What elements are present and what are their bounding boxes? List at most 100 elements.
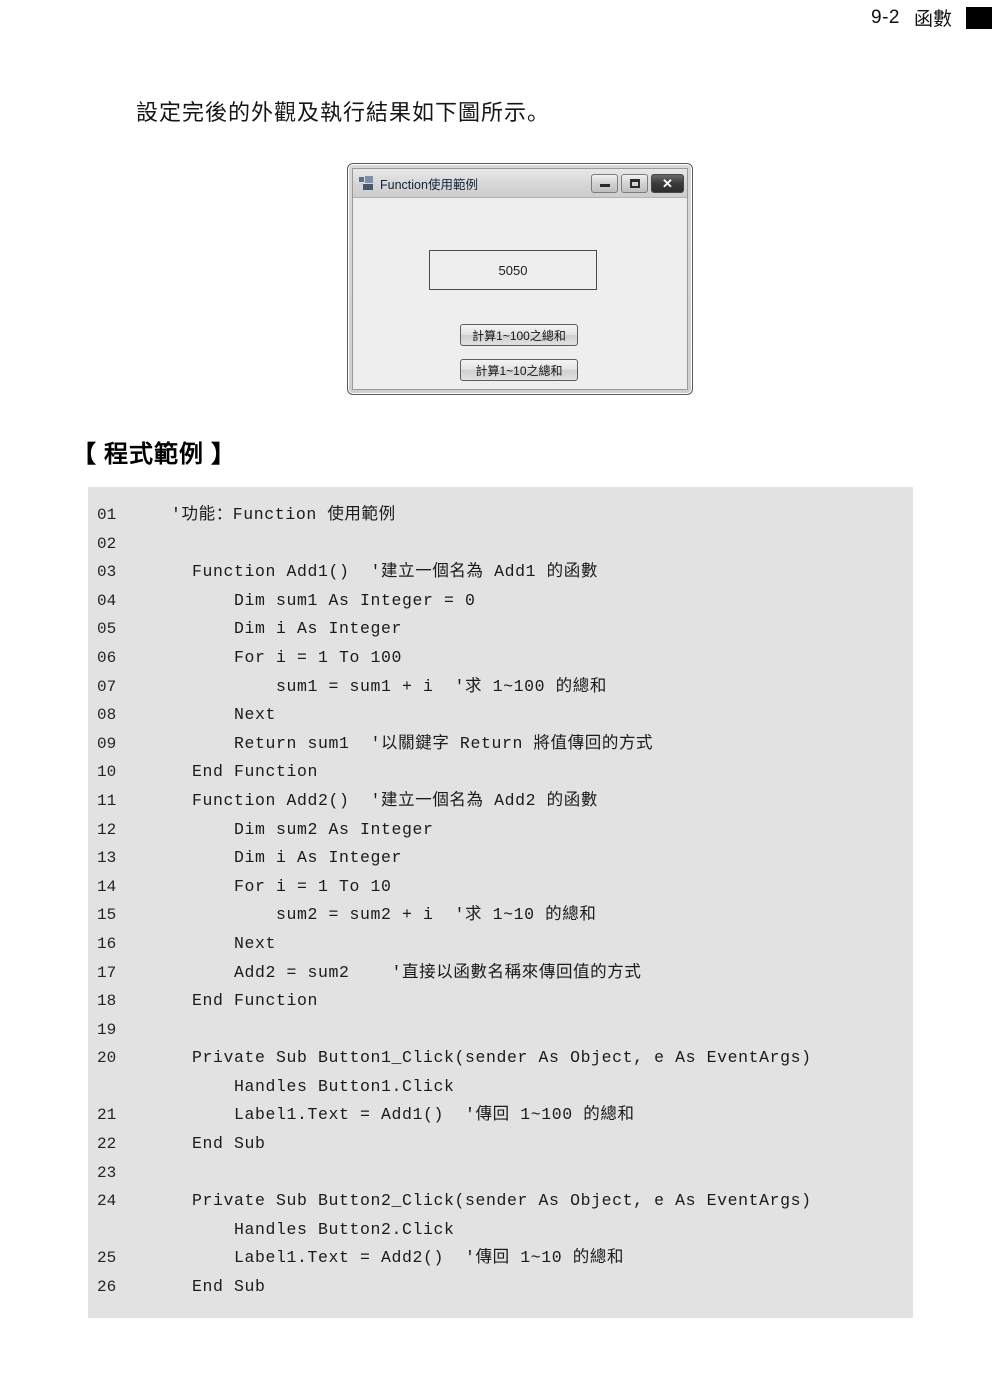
code-line: 22 End Sub bbox=[88, 1130, 913, 1159]
code-line-text: End Function bbox=[150, 991, 319, 1011]
code-line-number: 03 bbox=[97, 563, 117, 582]
window-titlebar: Function使用範例 ✕ bbox=[353, 169, 687, 198]
code-line: 25 Label1.Text = Add2() '傳回 1~10 的總和 bbox=[88, 1244, 913, 1273]
code-line-number: 21 bbox=[97, 1106, 117, 1125]
code-line: 23 bbox=[88, 1159, 913, 1188]
code-line-text: Handles Button2.Click bbox=[150, 1219, 455, 1239]
vb-form-icon bbox=[359, 176, 374, 190]
code-line: 20 Private Sub Button1_Click(sender As O… bbox=[88, 1044, 913, 1073]
code-line: 18 End Function bbox=[88, 987, 913, 1016]
sum-1-to-100-button[interactable]: 計算1~100之總和 bbox=[460, 324, 578, 346]
code-line: 17 Add2 = sum2 '直接以函數名稱來傳回值的方式 bbox=[88, 959, 913, 988]
section-heading: 【 程式範例 】 bbox=[72, 442, 236, 468]
minimize-icon bbox=[599, 184, 610, 187]
code-line-number: 23 bbox=[97, 1163, 117, 1182]
maximize-icon bbox=[629, 178, 640, 188]
window-controls: ✕ bbox=[591, 173, 684, 193]
code-line-text: Label1.Text = Add2() '傳回 1~10 的總和 bbox=[150, 1248, 625, 1268]
code-line: 11 Function Add2() '建立一個名為 Add2 的函數 bbox=[88, 787, 913, 816]
code-line: 13 Dim i As Integer bbox=[88, 844, 913, 873]
code-line-text: Return sum1 '以關鍵字 Return 將值傳回的方式 bbox=[150, 733, 654, 753]
code-line-text: Label1.Text = Add1() '傳回 1~100 的總和 bbox=[150, 1105, 635, 1125]
code-line-text: Add2 = sum2 '直接以函數名稱來傳回值的方式 bbox=[150, 962, 642, 982]
code-line-text: For i = 1 To 10 bbox=[150, 876, 392, 896]
chapter-number: 9-2 bbox=[871, 6, 900, 28]
code-line-text: Dim sum1 As Integer = 0 bbox=[150, 590, 476, 610]
sum-1-to-10-button[interactable]: 計算1~10之總和 bbox=[460, 359, 578, 381]
code-line-number: 18 bbox=[97, 992, 117, 1011]
code-line-number: 10 bbox=[97, 763, 117, 782]
code-line-text: End Sub bbox=[150, 1277, 266, 1297]
code-line-text: sum2 = sum2 + i '求 1~10 的總和 bbox=[150, 905, 597, 925]
code-line-number: 17 bbox=[97, 963, 117, 982]
code-line-text: sum1 = sum1 + i '求 1~100 的總和 bbox=[150, 676, 607, 696]
code-line-number: 07 bbox=[97, 677, 117, 696]
code-line: 08 Next bbox=[88, 701, 913, 730]
code-line-text: Dim sum2 As Integer bbox=[150, 819, 434, 839]
code-line-number: 15 bbox=[97, 906, 117, 925]
close-button[interactable]: ✕ bbox=[651, 173, 684, 193]
code-line-number: 26 bbox=[97, 1278, 117, 1297]
code-line: 12 Dim sum2 As Integer bbox=[88, 816, 913, 845]
result-label: 5050 bbox=[429, 250, 597, 290]
code-line-text: End Sub bbox=[150, 1134, 266, 1154]
code-line-number: 16 bbox=[97, 934, 117, 953]
code-line-text: Dim i As Integer bbox=[150, 619, 403, 639]
black-square-icon bbox=[966, 6, 992, 29]
intro-paragraph: 設定完後的外觀及執行結果如下圖所示。 bbox=[136, 100, 551, 125]
code-line-number: 24 bbox=[97, 1192, 117, 1211]
close-icon: ✕ bbox=[662, 175, 673, 191]
code-line: 24 Private Sub Button2_Click(sender As O… bbox=[88, 1187, 913, 1216]
code-line-text: Handles Button1.Click bbox=[150, 1076, 455, 1096]
code-line-number: 02 bbox=[97, 534, 117, 553]
code-line: 01 '功能：Function 使用範例 bbox=[88, 501, 913, 530]
page-running-header: 9-2 函數 bbox=[871, 4, 992, 31]
code-line-text: For i = 1 To 100 bbox=[150, 647, 403, 667]
maximize-button[interactable] bbox=[621, 173, 648, 193]
code-line-number: 04 bbox=[97, 591, 117, 610]
code-listing: 01 '功能：Function 使用範例 02 03 Function Add1()… bbox=[88, 487, 913, 1318]
code-line-number: 05 bbox=[97, 620, 117, 639]
code-line: Handles Button1.Click bbox=[88, 1073, 913, 1102]
minimize-button[interactable] bbox=[591, 173, 618, 193]
code-line-number: 06 bbox=[97, 648, 117, 667]
code-line-text: End Function bbox=[150, 762, 319, 782]
code-line: 15 sum2 = sum2 + i '求 1~10 的總和 bbox=[88, 901, 913, 930]
code-line-text: Next bbox=[150, 933, 277, 953]
code-line-number: 13 bbox=[97, 849, 117, 868]
code-line-number: 22 bbox=[97, 1135, 117, 1154]
code-line: 16 Next bbox=[88, 930, 913, 959]
form-client-area: 5050 計算1~100之總和 計算1~10之總和 bbox=[353, 198, 687, 389]
code-line: 14 For i = 1 To 10 bbox=[88, 873, 913, 902]
code-line: 21 Label1.Text = Add1() '傳回 1~100 的總和 bbox=[88, 1101, 913, 1130]
code-line-number: 20 bbox=[97, 1049, 117, 1068]
code-line-text: Function Add1() '建立一個名為 Add1 的函數 bbox=[150, 562, 598, 582]
code-line-number: 14 bbox=[97, 877, 117, 896]
code-line: 07 sum1 = sum1 + i '求 1~100 的總和 bbox=[88, 673, 913, 702]
code-line-number: 01 bbox=[97, 506, 117, 524]
vb-form-window: Function使用範例 ✕ 5050 計算1~100之總和 計算1~10之總和 bbox=[347, 163, 693, 395]
code-line: 04 Dim sum1 As Integer = 0 bbox=[88, 587, 913, 616]
code-line-text: Private Sub Button2_Click(sender As Obje… bbox=[150, 1191, 812, 1211]
code-line-number: 09 bbox=[97, 734, 117, 753]
code-line: 10 End Function bbox=[88, 758, 913, 787]
code-line: 03 Function Add1() '建立一個名為 Add1 的函數 bbox=[88, 558, 913, 587]
code-line: 19 bbox=[88, 1016, 913, 1045]
code-line: 26 End Sub bbox=[88, 1273, 913, 1302]
code-line-text: Next bbox=[150, 705, 277, 725]
vb-form-inner: Function使用範例 ✕ 5050 計算1~100之總和 計算1~10之總和 bbox=[352, 168, 688, 390]
code-line-number: 25 bbox=[97, 1249, 117, 1268]
code-line: Handles Button2.Click bbox=[88, 1216, 913, 1245]
code-line-text: Private Sub Button1_Click(sender As Obje… bbox=[150, 1048, 812, 1068]
code-line-text: Function Add2() '建立一個名為 Add2 的函數 bbox=[150, 790, 598, 810]
code-line: 09 Return sum1 '以關鍵字 Return 將值傳回的方式 bbox=[88, 730, 913, 759]
code-line-text: Dim i As Integer bbox=[150, 848, 403, 868]
code-line: 02 bbox=[88, 530, 913, 559]
code-line-number: 19 bbox=[97, 1020, 117, 1039]
code-line: 05 Dim i As Integer bbox=[88, 615, 913, 644]
chapter-title: 函數 bbox=[913, 9, 952, 30]
code-line-text: '功能：Function 使用範例 bbox=[150, 505, 396, 524]
code-line-number: 11 bbox=[97, 791, 117, 810]
window-title: Function使用範例 bbox=[380, 177, 478, 192]
code-line-number: 12 bbox=[97, 820, 117, 839]
